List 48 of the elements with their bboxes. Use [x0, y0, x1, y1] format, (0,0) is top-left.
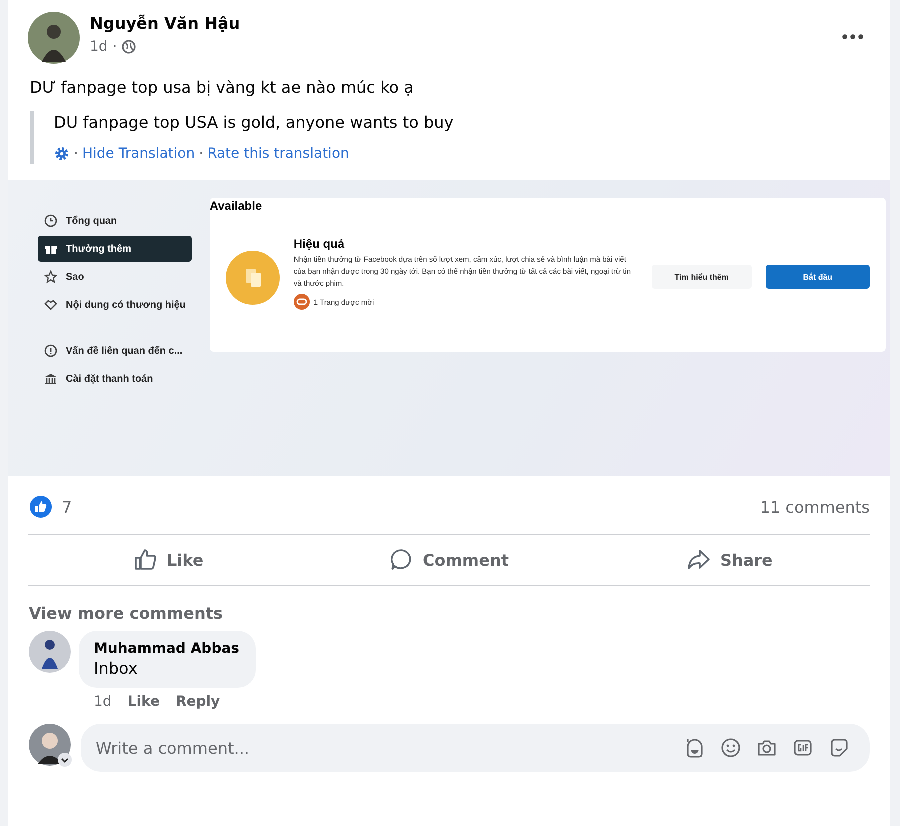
sidebar-item[interactable]: Vấn đề liên quan đến c...: [38, 338, 192, 364]
sidebar-item[interactable]: Nội dung có thương hiệu: [38, 292, 192, 318]
star-icon: [44, 270, 58, 284]
bank-icon: [44, 372, 58, 386]
comment-button[interactable]: Comment: [308, 539, 590, 581]
card-title: Hiệu quả: [294, 237, 346, 251]
sticker-icon[interactable]: [828, 737, 850, 759]
section-title: Available: [210, 198, 264, 215]
avatar[interactable]: [28, 12, 80, 64]
avatar[interactable]: [29, 724, 73, 768]
view-more-comments-link[interactable]: View more comments: [8, 586, 890, 623]
learn-more-button[interactable]: Tìm hiểu thêm: [652, 265, 752, 289]
sidebar-item[interactable]: Cài đặt thanh toán: [38, 366, 192, 392]
comment-time[interactable]: 1d: [94, 694, 112, 710]
separator-dot: ·: [199, 146, 204, 162]
translation-link[interactable]: Rate this translation: [208, 146, 350, 162]
commenter-name[interactable]: Muhammad Abbas: [94, 641, 240, 657]
separator-dot: ·: [112, 39, 118, 55]
post-text: DƯ fanpage top usa bị vàng kt ae nào múc ko ạ: [29, 77, 415, 97]
gif-icon[interactable]: [792, 737, 814, 759]
post-time[interactable]: 1d: [90, 39, 108, 55]
avatar[interactable]: [29, 631, 71, 673]
like-reaction-icon[interactable]: [30, 496, 52, 518]
share-button[interactable]: Share: [589, 539, 870, 581]
like-icon: [132, 548, 159, 572]
emoji-icon[interactable]: [720, 737, 742, 759]
sidebar-item[interactable]: Thưởng thêm: [38, 236, 192, 262]
comment-input-field[interactable]: Write a comment...: [81, 724, 870, 772]
comment-action-link[interactable]: Reply: [176, 694, 220, 710]
gear-icon[interactable]: [54, 146, 70, 162]
like-button[interactable]: Like: [28, 539, 309, 581]
info-icon: [44, 344, 58, 358]
start-button[interactable]: Bắt đầu: [766, 265, 870, 289]
clock-icon: [44, 214, 58, 228]
comment-action-link[interactable]: Like: [128, 694, 160, 710]
coins-icon: [226, 251, 280, 305]
more-options-icon[interactable]: [842, 34, 864, 40]
translation-link[interactable]: Hide Translation: [82, 146, 196, 162]
comment-text: Inbox: [94, 659, 139, 678]
author-name[interactable]: Nguyễn Văn Hậu: [90, 14, 832, 33]
translated-text: DU fanpage top USA is gold, anyone wants to buy: [54, 113, 455, 132]
reaction-count[interactable]: 7: [62, 498, 72, 516]
separator-dot: ·: [74, 146, 78, 162]
sidebar-item[interactable]: Sao: [38, 264, 192, 290]
avatar-sticker-icon[interactable]: [684, 737, 706, 759]
sidebar-item[interactable]: Tổng quan: [38, 208, 192, 234]
comment-count[interactable]: 11 comments: [760, 498, 870, 516]
share-icon: [686, 548, 712, 572]
